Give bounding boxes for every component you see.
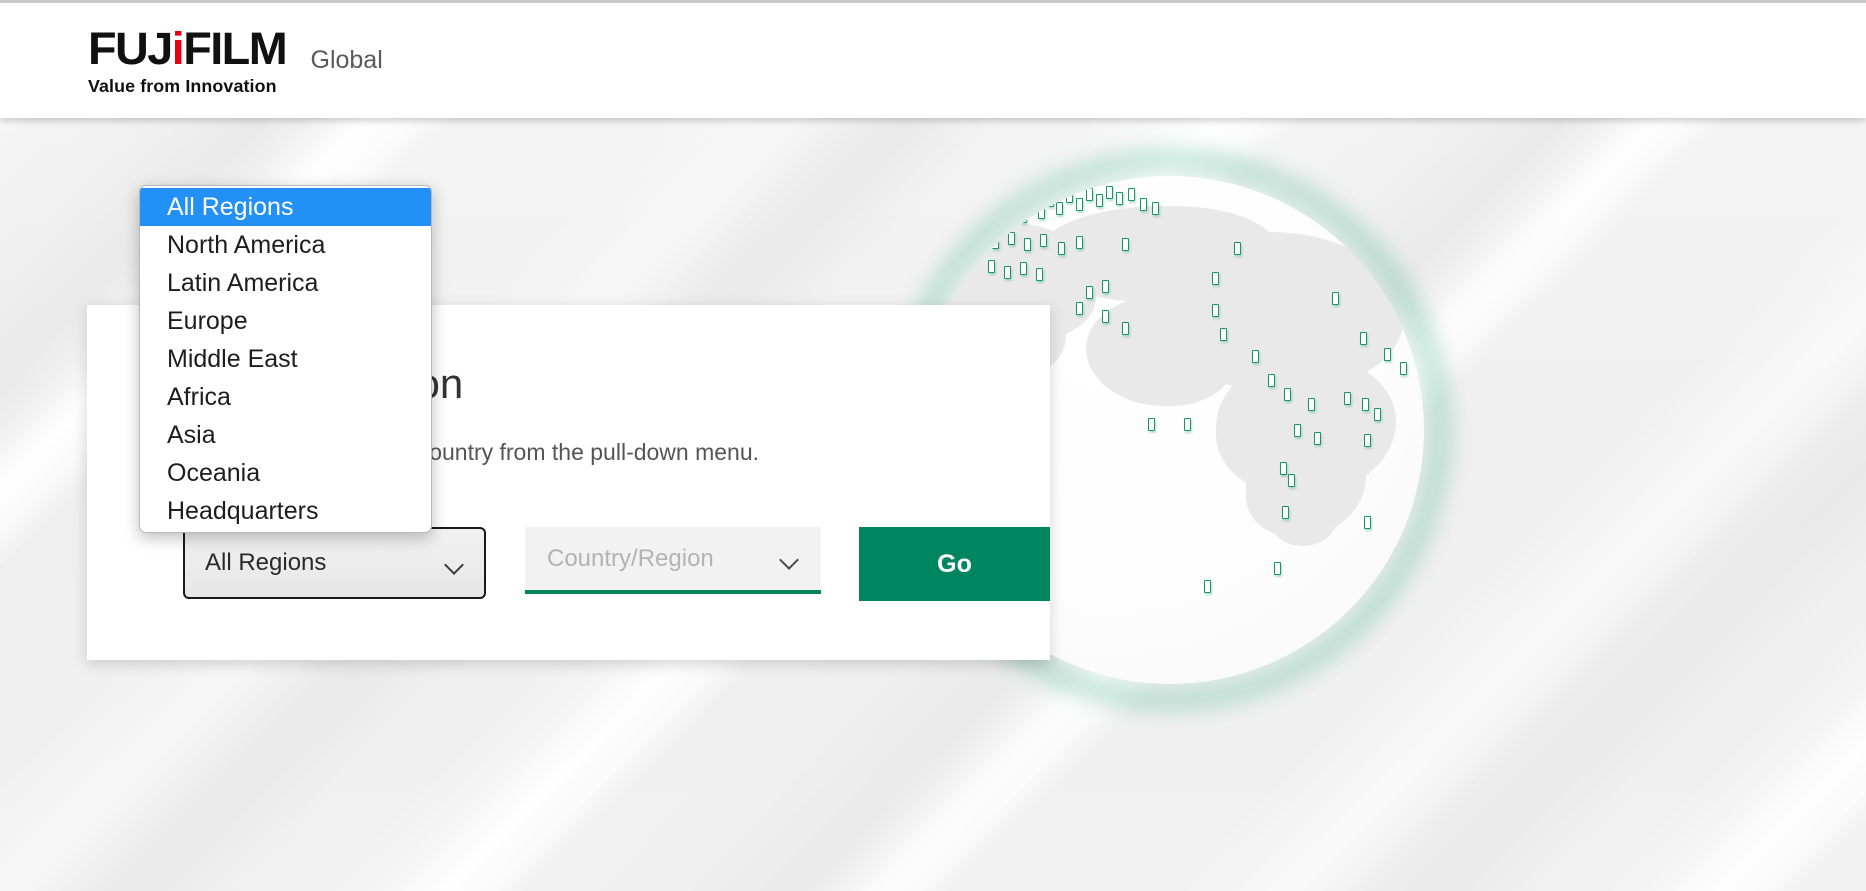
logo-tagline: Value from Innovation xyxy=(88,75,277,96)
region-select[interactable]: All Regions xyxy=(183,527,486,599)
dropdown-option[interactable]: Asia xyxy=(140,416,431,454)
country-region-select[interactable]: Country/Region xyxy=(525,527,821,594)
country-region-placeholder: Country/Region xyxy=(547,544,714,572)
logo-text-main: FUJ xyxy=(88,22,173,74)
region-dropdown-popup[interactable]: All Regions North America Latin America Eur… xyxy=(139,185,432,533)
chevron-down-icon xyxy=(445,558,464,569)
chevron-down-icon xyxy=(780,553,799,564)
dropdown-option[interactable]: Middle East xyxy=(140,340,431,378)
site-header: FUJ i FILM Value from Innovation Global xyxy=(0,0,1866,118)
go-button[interactable]: Go xyxy=(859,527,1050,601)
dropdown-option[interactable]: Headquarters xyxy=(140,492,431,530)
logo-text-tail: FILM xyxy=(183,22,287,74)
region-select-value: All Regions xyxy=(205,549,327,576)
fujifilm-logo[interactable]: FUJ i FILM Value from Innovation xyxy=(88,26,288,96)
dropdown-option[interactable]: All Regions xyxy=(140,188,431,226)
dropdown-option[interactable]: North America xyxy=(140,226,431,264)
dropdown-option[interactable]: Oceania xyxy=(140,454,431,492)
dropdown-option[interactable]: Europe xyxy=(140,302,431,340)
dropdown-option[interactable]: Africa xyxy=(140,378,431,416)
selector-controls: All Regions Country/Region Go xyxy=(183,527,1050,601)
dropdown-option[interactable]: Latin America xyxy=(140,264,431,302)
global-label[interactable]: Global xyxy=(311,46,383,75)
logo-wordmark: FUJ i FILM xyxy=(88,22,288,74)
logo-text-accent: i xyxy=(171,22,185,74)
